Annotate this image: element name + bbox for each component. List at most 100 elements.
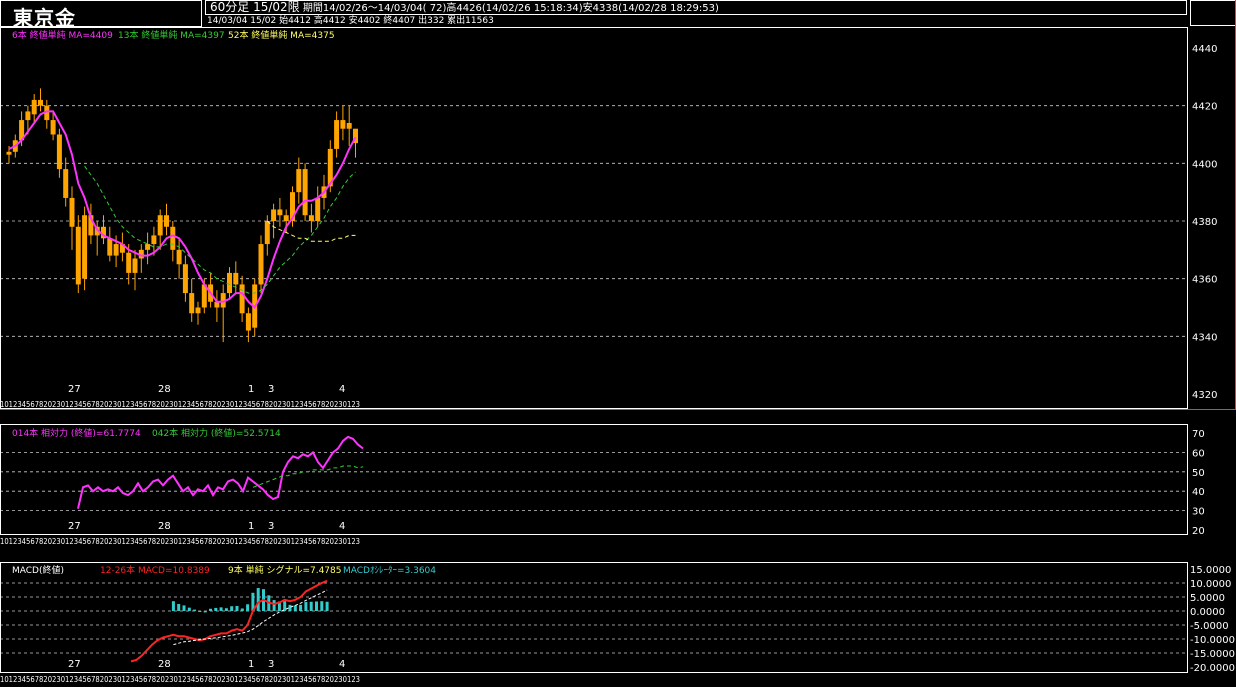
candle-body [63,169,69,198]
macd-osc-bar [256,588,260,611]
main-date-label: 27 [68,384,81,395]
rsi-y-label: 20 [1192,526,1205,537]
macd-osc-bar [235,605,239,611]
macd-date-label: 28 [158,659,171,670]
macd-y-label: 0.0000 [1190,607,1225,618]
macd-osc-bar [209,608,212,611]
candle-body [346,122,352,129]
macd-y-label: -15.0000 [1190,649,1235,660]
candle-body [176,249,182,265]
rsi-date-label: 3 [268,521,274,532]
macd-osc-bar [187,607,191,611]
rsi-panel-frame [0,424,1188,535]
main-y-label: 4400 [1192,159,1217,170]
main-panel-frame [0,27,1188,409]
rsi-y-label: 60 [1192,448,1205,459]
candle-body [75,226,81,285]
rsi-date-label: 1 [248,521,254,532]
macd-y-label: 5.0000 [1190,593,1225,604]
candle-body [164,215,169,227]
rsi-date-label: 28 [158,521,171,532]
legend-macd-name: MACD(終値) [12,564,64,576]
legend-macd: 12-26本 MACD=10.8389 [100,564,210,576]
candle-body [182,264,188,294]
candle-body [277,209,283,216]
rsi42-line [252,465,364,488]
macd-osc-bar [320,601,324,611]
candle-body [233,272,239,285]
macd-osc-bar [304,602,308,611]
candle-body [227,272,232,294]
candle-body [82,215,88,279]
candle-body [296,169,302,193]
main-y-label: 4360 [1192,275,1217,286]
main-date-label: 3 [268,384,274,395]
macd-osc-bar [198,611,202,612]
macd-osc-bar [272,600,276,611]
candle-body [132,258,138,273]
candle-body [107,238,113,256]
candle-body [113,244,119,256]
rsi14-line [77,435,364,509]
main-y-label: 4440 [1192,44,1217,55]
macd-y-label: -10.0000 [1190,635,1235,646]
main-y-label: 4380 [1192,217,1217,228]
macd-line [130,579,328,663]
candle-body [264,221,270,245]
macd-osc-bar [224,608,228,611]
macd-osc-bar [299,604,303,611]
candle-body [315,197,321,221]
macd-y-label: -5.0000 [1190,621,1229,632]
macd-osc-bar [288,604,292,611]
legend-rsi42: 042本 相対力 (終値)=52.5714 [152,427,281,439]
candle-body [271,209,277,221]
candle-body [31,99,37,115]
main-y-label: 4340 [1192,332,1217,343]
macd-osc-bar [283,601,287,611]
macd-osc-bar [240,608,244,611]
rsi-y-label: 70 [1192,429,1205,440]
candle-body [25,111,31,121]
rsi-y-label: 30 [1192,507,1205,518]
candle-body [151,235,157,245]
chart-svg: 44404420440043804360434043206本 終値単純 MA=4… [0,0,1236,684]
candle-body [50,120,56,135]
macd-date-label: 1 [248,659,254,670]
candle-body [308,215,314,221]
main-date-label: 1 [248,384,254,395]
candle-body [245,313,251,331]
candle-body [69,197,75,227]
macd-y-label: 10.0000 [1190,579,1231,590]
ma13-line [84,165,356,294]
macd-osc-bar [325,601,329,611]
legend-signal: 9本 単純 シグナル=7.4785 [228,564,341,576]
main-date-label: 4 [339,384,345,395]
legend-rsi14: 014本 相対力 (終値)=61.7774 [12,427,141,439]
candle-body [258,244,264,285]
legend-ma52: 52本 終値単純 MA=4375 [228,29,335,41]
macd-y-label: -20.0000 [1190,663,1235,674]
candle-body [38,99,43,106]
candle-body [302,169,308,216]
candle-body [56,134,62,170]
macd-date-label: 27 [68,659,81,670]
rsi-date-label: 27 [68,521,81,532]
main-hour-strip: 1012345678202301234567820230123456782023… [0,400,360,409]
macd-osc-bar [246,604,250,611]
chart-stage: 東京金 60分足 15/02限 期間14/02/26〜14/03/04( 72)… [0,0,1236,687]
macd-panel-frame [0,562,1188,673]
rsi-hour-strip: 1012345678202301234567820230123456782023… [0,537,360,546]
macd-osc-bar [171,601,175,611]
candle-body [6,151,12,155]
main-y-label: 4420 [1192,102,1217,113]
candle-body [157,215,163,236]
macd-osc-bar [193,609,197,611]
candle-body [283,215,289,221]
candle-body [170,226,176,250]
candle-body [189,293,195,314]
candle-body [145,244,151,250]
candle-body [340,120,346,129]
macd-osc-bar [293,605,297,611]
main-y-label: 4320 [1192,390,1217,401]
macd-osc-bar [177,604,181,611]
